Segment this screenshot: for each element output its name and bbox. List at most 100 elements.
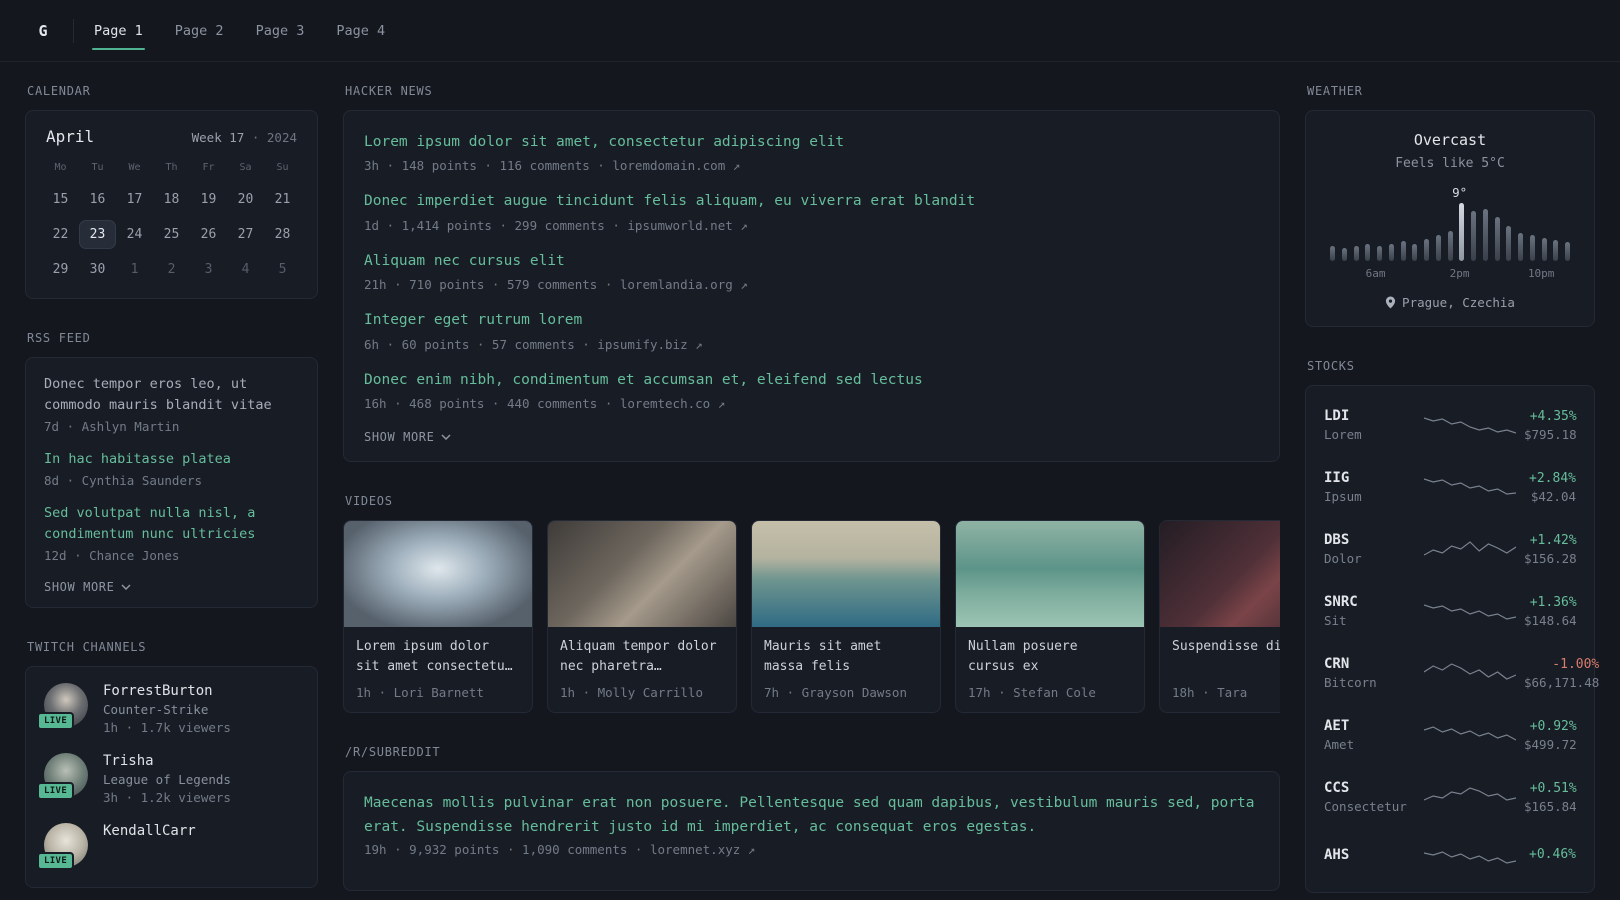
stock-row[interactable]: CRN Bitcorn -1.00% $66,171.48 [1322, 642, 1599, 704]
hn-item-meta[interactable]: 21h · 710 points · 579 comments · loreml… [364, 277, 1259, 292]
rss-item-meta: 12d · Chance Jones [44, 547, 180, 563]
calendar-day[interactable]: 19 [190, 185, 227, 214]
calendar-day[interactable]: 17 [116, 185, 153, 214]
stock-row[interactable]: AET Amet +0.92% $499.72 [1322, 704, 1578, 766]
video-meta: 18h · Tara [1172, 685, 1248, 701]
rss-widget: Donec tempor eros leo, ut commodo mauris… [25, 357, 318, 608]
video-info: Suspendisse diam 18h · Tara [1160, 627, 1280, 712]
twitch-channel-info: KendallCarr [103, 823, 196, 867]
tab-page-4[interactable]: Page 4 [334, 0, 387, 61]
tab-page-3[interactable]: Page 3 [254, 0, 307, 61]
hn-item-link[interactable]: Lorem ipsum dolor sit amet, consectetur … [364, 131, 1259, 153]
stock-symbol: AET [1324, 718, 1350, 734]
stock-price: $148.64 [1524, 612, 1577, 628]
calendar-day[interactable]: 21 [264, 185, 301, 214]
calendar-day-selected[interactable]: 23 [79, 220, 116, 249]
weather-chart: 9° 6am 2pm 10pm [1330, 185, 1570, 281]
hn-item-meta[interactable]: 3h · 148 points · 116 comments · loremdo… [364, 158, 1259, 173]
hn-item-link[interactable]: Integer eget rutrum lorem [364, 309, 1259, 331]
hn-item-meta[interactable]: 6h · 60 points · 57 comments · ipsumify.… [364, 337, 1259, 352]
calendar-day[interactable]: 29 [42, 255, 79, 284]
rss-item-link[interactable]: In hac habitasse platea [44, 449, 299, 470]
video-card[interactable]: Nullam posuere cursus ex 17h · Stefan Co… [955, 520, 1145, 714]
video-title: Aliquam tempor dolor nec pharetra… [560, 639, 717, 675]
twitch-channel[interactable]: LIVE KendallCarr [37, 822, 299, 870]
tab-page-1[interactable]: Page 1 [92, 0, 145, 61]
rss-item-link[interactable]: Sed volutpat nulla nisl, a condimentum n… [44, 503, 299, 545]
video-card[interactable]: Lorem ipsum dolor sit amet consectetu… 1… [343, 520, 533, 714]
stock-sparkline [1424, 478, 1516, 495]
calendar-day[interactable]: 20 [227, 185, 264, 214]
video-title: Nullam posuere cursus ex [968, 639, 1078, 675]
channel-game: League of Legends [103, 771, 231, 787]
calendar-day-next-month[interactable]: 1 [116, 255, 153, 284]
stock-change: +1.42% [1529, 532, 1577, 548]
stock-sparkline [1424, 851, 1516, 864]
calendar-widget: April Week 17 · 2024 Mo Tu We Th Fr Sa S… [25, 110, 318, 299]
weekday-header: We [128, 162, 141, 173]
stock-name: Consectetur [1324, 799, 1407, 814]
calendar-day[interactable]: 25 [153, 220, 190, 249]
hn-item-link[interactable]: Donec enim nibh, condimentum et accumsan… [364, 369, 1259, 391]
calendar-day[interactable]: 24 [116, 220, 153, 249]
tab-page-2[interactable]: Page 2 [173, 0, 226, 61]
hn-item-meta[interactable]: 16h · 468 points · 440 comments · loremt… [364, 396, 1259, 411]
stock-row[interactable]: SNRC Sit +1.36% $148.64 [1322, 580, 1578, 642]
stock-name: Sit [1324, 613, 1347, 628]
calendar-day[interactable]: 26 [190, 220, 227, 249]
rss-item-link[interactable]: Donec tempor eros leo, ut commodo mauris… [44, 374, 299, 416]
calendar-day[interactable]: 27 [227, 220, 264, 249]
twitch-channel[interactable]: LIVE Trisha League of Legends 3h · 1.2k … [37, 752, 299, 805]
calendar-day-next-month[interactable]: 2 [153, 255, 190, 284]
weekday-header: Sa [239, 162, 252, 173]
hn-show-more-button[interactable]: SHOW MORE [364, 430, 451, 444]
video-card[interactable]: Aliquam tempor dolor nec pharetra… 1h · … [547, 520, 737, 714]
hn-item-link[interactable]: Aliquam nec cursus elit [364, 250, 1259, 272]
calendar-day-next-month[interactable]: 4 [227, 255, 264, 284]
hacker-news-widget: Lorem ipsum dolor sit amet, consectetur … [343, 110, 1280, 463]
calendar-day[interactable]: 18 [153, 185, 190, 214]
stock-change: -1.00% [1552, 656, 1600, 672]
video-thumbnail [752, 521, 940, 628]
stock-symbol: SNRC [1324, 594, 1358, 610]
stock-price: $156.28 [1524, 550, 1577, 566]
rss-item: Sed volutpat nulla nisl, a condimentum n… [44, 503, 299, 563]
calendar-day[interactable]: 22 [42, 220, 79, 249]
rss-show-more-button[interactable]: SHOW MORE [44, 580, 131, 594]
app-logo[interactable]: G [25, 13, 61, 49]
weather-feels-like: Feels like 5°C [1395, 156, 1505, 171]
stock-row[interactable]: LDI Lorem +4.35% $795.18 [1322, 394, 1578, 456]
rss-item: In hac habitasse platea 8d · Cynthia Sau… [44, 449, 299, 488]
stock-symbol: AHS [1324, 846, 1350, 863]
video-meta: 17h · Stefan Cole [968, 685, 1096, 701]
calendar-day-next-month[interactable]: 3 [190, 255, 227, 284]
weather-location[interactable]: Prague, Czechia [1324, 295, 1576, 310]
twitch-widget: LIVE ForrestBurton Counter-Strike 1h · 1… [25, 665, 318, 888]
video-card[interactable]: Suspendisse diam 18h · Tara [1159, 520, 1280, 714]
live-badge: LIVE [37, 851, 75, 870]
video-info: Mauris sit amet massa felis 7h · Grayson… [752, 627, 940, 712]
calendar-day[interactable]: 16 [79, 185, 116, 214]
calendar-day[interactable]: 30 [79, 255, 116, 284]
post-meta[interactable]: 19h · 9,932 points · 1,090 comments · lo… [364, 842, 1259, 857]
stock-symbol: CRN [1324, 656, 1350, 672]
stock-row[interactable]: DBS Dolor +1.42% $156.28 [1322, 518, 1578, 580]
hacker-news-section: HACKER NEWS Lorem ipsum dolor sit amet, … [343, 84, 1280, 463]
hn-item-link[interactable]: Donec imperdiet augue tincidunt felis al… [364, 190, 1259, 212]
calendar-grid: Mo Tu We Th Fr Sa Su 15 16 17 18 19 20 2… [42, 158, 301, 284]
video-card[interactable]: Mauris sit amet massa felis 7h · Grayson… [751, 520, 941, 714]
calendar-day-next-month[interactable]: 5 [264, 255, 301, 284]
hn-item-meta[interactable]: 1d · 1,414 points · 299 comments · ipsum… [364, 218, 1259, 233]
calendar-month: April [46, 127, 95, 146]
calendar-day[interactable]: 28 [264, 220, 301, 249]
stock-row[interactable]: CCS Consectetur +0.51% $165.84 [1322, 766, 1578, 828]
twitch-channel[interactable]: LIVE ForrestBurton Counter-Strike 1h · 1… [37, 682, 299, 735]
calendar-header: April Week 17 · 2024 [42, 127, 301, 146]
stock-row[interactable]: AHS +0.46% [1322, 828, 1578, 884]
post-link[interactable]: Maecenas mollis pulvinar erat non posuer… [364, 792, 1259, 838]
hn-item: Aliquam nec cursus elit 21h · 710 points… [364, 250, 1259, 292]
stock-row[interactable]: IIG Ipsum +2.84% $42.04 [1322, 456, 1578, 518]
calendar-day[interactable]: 15 [42, 185, 79, 214]
video-meta: 1h · Molly Carrillo [560, 685, 703, 701]
location-label: Prague, Czechia [1402, 295, 1515, 310]
